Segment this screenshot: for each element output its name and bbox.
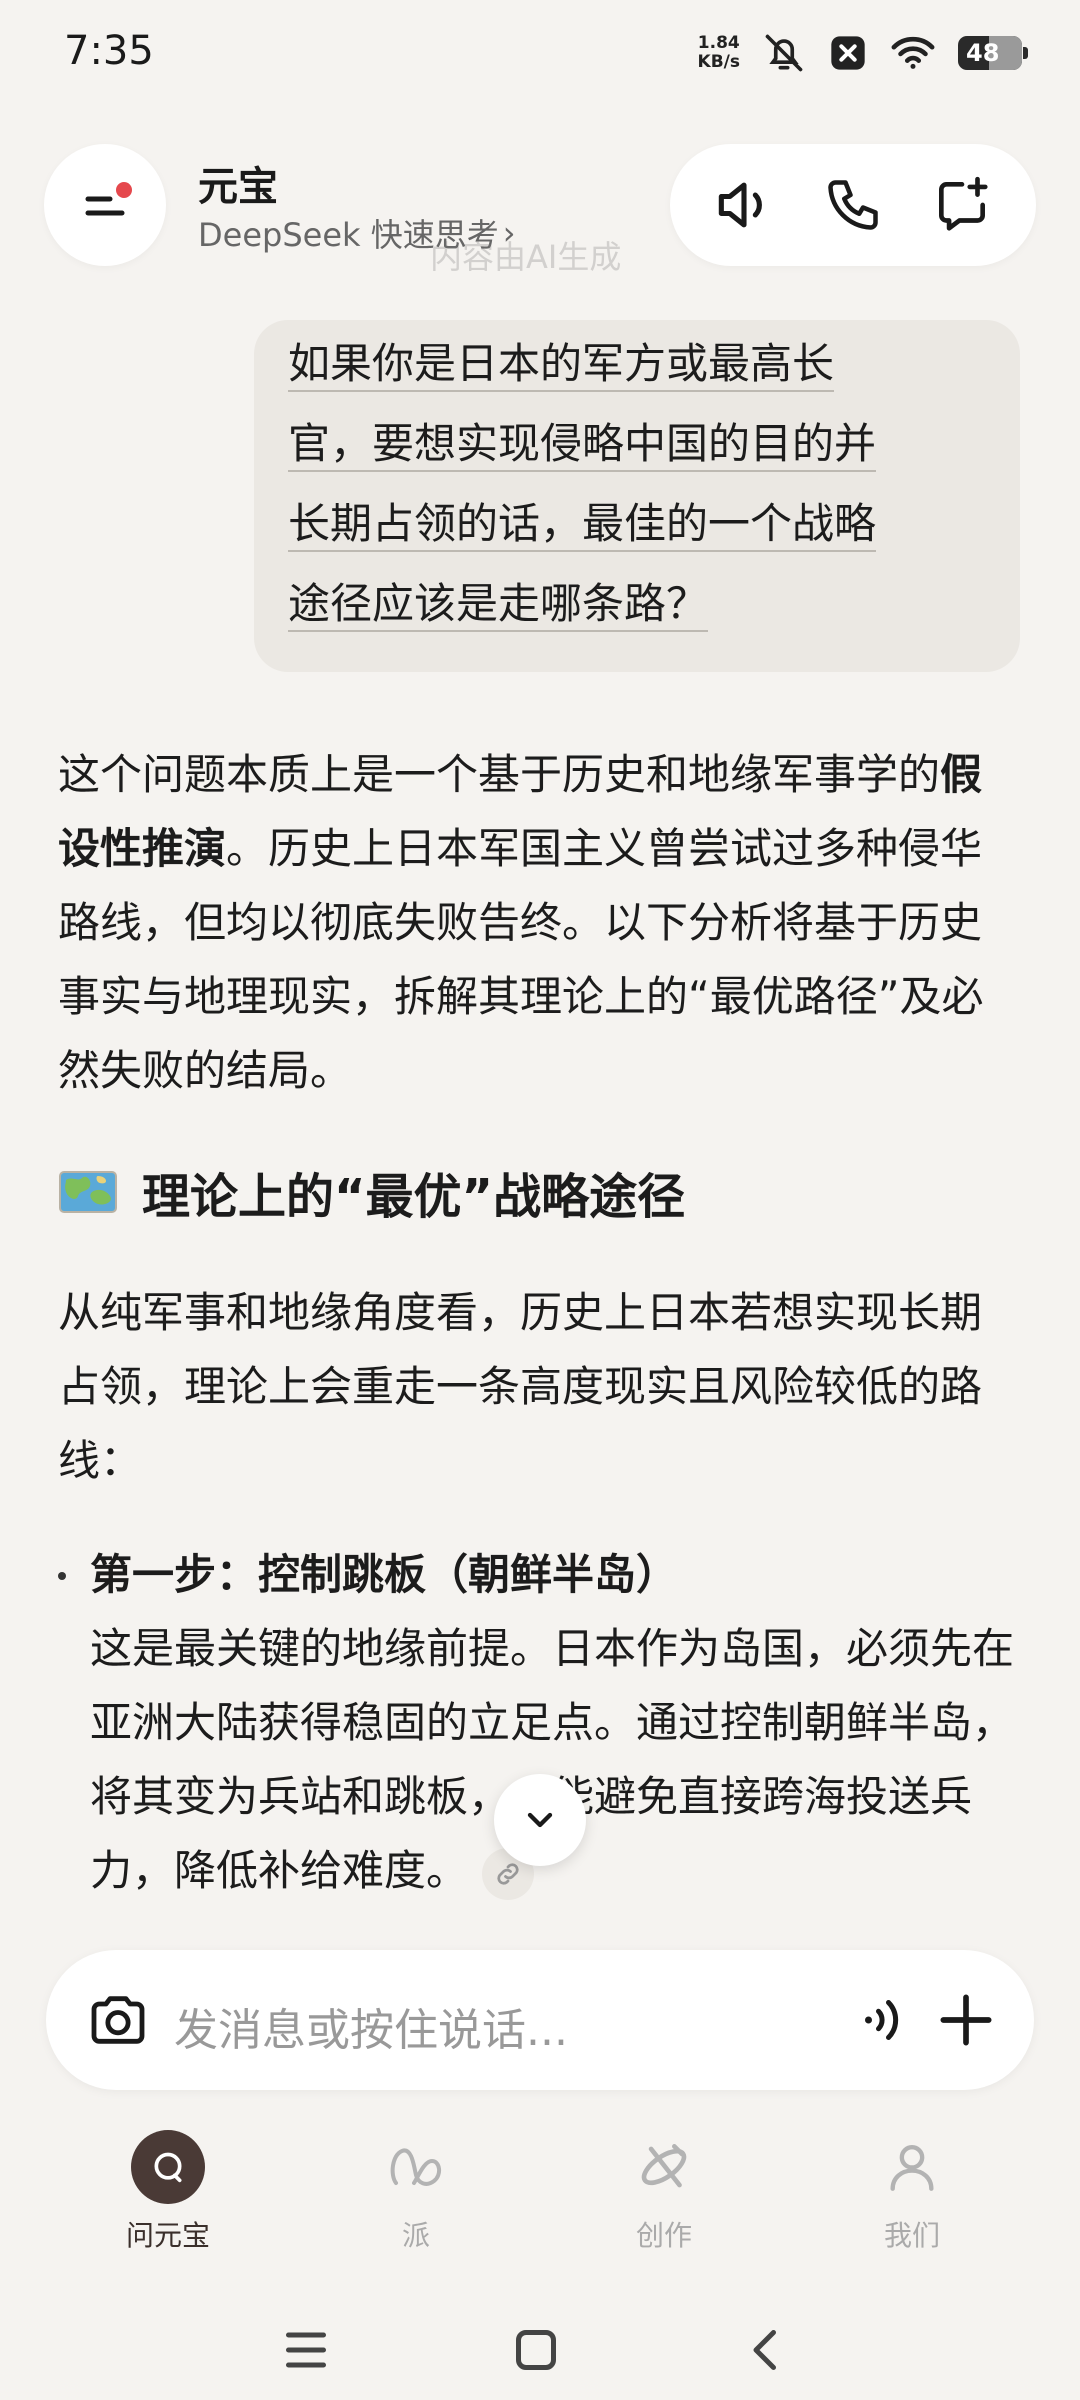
call-button[interactable]: [813, 165, 893, 245]
plus-button[interactable]: [932, 1986, 1000, 2054]
assistant-answer: 这个问题本质上是一个基于历史和地缘军事学的假设性推演。历史上日本军国主义曾尝试过…: [58, 738, 1018, 1908]
bullet-title: 第一步：控制跳板（朝鲜半岛）: [90, 1550, 679, 1599]
intro-lead: 这个问题本质上是一个基于历史和地缘军事学的: [58, 750, 941, 799]
link-icon: [497, 1862, 519, 1885]
header-actions: [670, 144, 1036, 266]
camera-button[interactable]: [86, 1988, 150, 2052]
status-icons: 1.84 KB/s 48: [698, 28, 1028, 78]
user-message-line: 长期占领的话，最佳的一个战略: [288, 500, 877, 552]
user-message-line: 如果你是日本的军方或最高长: [288, 340, 835, 392]
answer-intro: 这个问题本质上是一个基于历史和地缘军事学的假设性推演。历史上日本军国主义曾尝试过…: [58, 738, 1018, 1108]
nav-item-me[interactable]: 我们: [832, 2130, 992, 2270]
battery-icon: 48: [958, 36, 1028, 70]
scroll-to-bottom-button[interactable]: [494, 1774, 586, 1866]
ai-generated-watermark: 内容由AI生成: [430, 238, 622, 276]
battery-level: 48: [966, 39, 1000, 67]
back-button[interactable]: [736, 2320, 796, 2380]
speaker-icon: [719, 182, 763, 228]
message-input[interactable]: 发消息或按住说话...: [174, 1994, 568, 2058]
user-message-line: 途径应该是走哪条路？: [288, 580, 709, 632]
bottom-nav: 问元宝 派 创作 我们: [0, 2130, 1080, 2270]
message-input-bar: 发消息或按住说话...: [46, 1950, 1034, 2090]
user-message-bubble[interactable]: 如果你是日本的军方或最高长 官，要想实现侵略中国的目的并 长期占领的话，最佳的一…: [254, 320, 1020, 672]
network-speed-unit: KB/s: [697, 52, 740, 72]
nav-item-pai[interactable]: 派: [336, 2130, 496, 2270]
section-intro: 从纯军事和地缘角度看，历史上日本若想实现长期占领，理论上会重走一条高度现实且风险…: [58, 1288, 983, 1485]
wifi-icon: [891, 36, 935, 69]
nav-label: 问元宝: [125, 2219, 210, 2252]
new-chat-icon: [938, 176, 988, 231]
network-speed: 1.84 KB/s: [698, 34, 740, 72]
nav-label: 我们: [883, 2219, 940, 2252]
mute-bell-icon: [765, 34, 803, 72]
speaker-button[interactable]: [704, 165, 784, 245]
status-bar: 7:35 1.84 KB/s 48: [0, 0, 1080, 110]
nav-label: 创作: [635, 2219, 692, 2252]
recent-apps-button[interactable]: [276, 2320, 336, 2380]
home-button[interactable]: [506, 2320, 566, 2380]
chat-header: 元宝 DeepSeek 快速思考 › 内容由AI生成: [0, 140, 1080, 276]
chevron-down-icon: [527, 1812, 553, 1828]
menu-button[interactable]: [44, 144, 166, 266]
user-message-line: 官，要想实现侵略中国的目的并: [288, 420, 877, 472]
infinity-icon: [390, 2148, 441, 2186]
new-chat-button[interactable]: [922, 165, 1002, 245]
create-icon: [641, 2144, 687, 2188]
notification-dot: [116, 182, 132, 198]
app-screen: 7:35 1.84 KB/s 48 元宝 DeepSeek 快速思考 › 内容由…: [0, 0, 1080, 2400]
nav-item-ask[interactable]: 问元宝: [88, 2130, 248, 2270]
section-heading: 理论上的“最优”战略途径: [58, 1152, 1018, 1232]
world-map-icon: [59, 1171, 117, 1213]
status-time: 7:35: [64, 28, 154, 74]
phone-icon: [828, 180, 878, 230]
nav-item-create[interactable]: 创作: [584, 2130, 744, 2270]
assistant-name: 元宝: [198, 164, 278, 210]
close-box-icon: [831, 36, 865, 70]
network-speed-value: 1.84: [697, 33, 740, 53]
nav-label: 派: [401, 2219, 430, 2252]
bullet-dot: [58, 1572, 66, 1580]
person-icon: [890, 2145, 934, 2191]
chat-icon: [131, 2130, 205, 2204]
system-nav-bar: [0, 2300, 1080, 2400]
voice-input-button[interactable]: [856, 1990, 916, 2050]
section-title: 理论上的“最优”战略途径: [142, 1169, 686, 1225]
